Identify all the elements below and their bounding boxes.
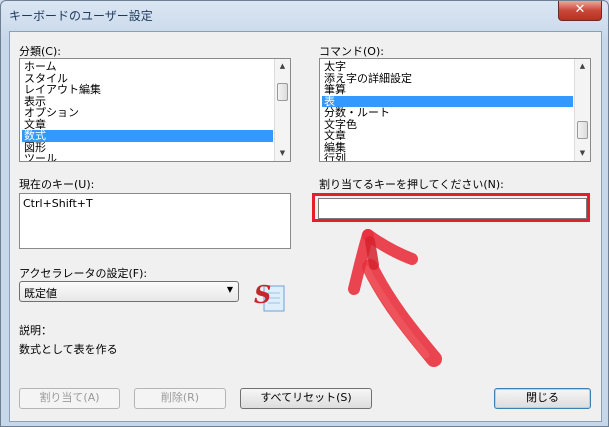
new-key-label: 割り当てるキーを押してください(N):	[319, 178, 504, 191]
assign-button[interactable]: 割り当て(A)	[19, 388, 120, 409]
categories-label: 分類(C):	[19, 45, 61, 58]
accelerator-value: 既定値	[24, 287, 57, 300]
command-list-item[interactable]: 筆算	[322, 84, 573, 96]
command-list-item[interactable]: 文字色	[322, 118, 573, 131]
remove-button[interactable]: 削除(R)	[134, 388, 226, 409]
commands-scrollbar[interactable]: ▲ ▼	[574, 59, 590, 161]
categories-list[interactable]: ホーム スタイル レイアウト編集 表示 オプション 文章 数式 図形 ツール ▲ ▼	[19, 58, 291, 162]
command-list-item[interactable]: 文章	[322, 130, 573, 142]
svg-text:S: S	[254, 280, 271, 309]
command-list-item[interactable]: 添え字の詳細設定	[322, 72, 573, 85]
accelerator-label: アクセラレータの設定(F):	[19, 267, 148, 280]
window-title: キーボードのユーザー設定	[9, 9, 153, 23]
new-key-input[interactable]	[318, 198, 587, 219]
s-logo-document-icon: S	[254, 280, 285, 312]
command-list-item[interactable]: 分数・ルート	[322, 107, 573, 119]
commands-list[interactable]: 太字 添え字の詳細設定 筆算表分数・ルート 文字色 文章 編集 行列 ▲ ▼	[319, 58, 591, 162]
command-list-item[interactable]: 行列	[322, 153, 573, 161]
description-label: 説明：	[19, 324, 52, 337]
current-keys-list[interactable]: Ctrl+Shift+T	[19, 193, 291, 249]
command-list-item[interactable]: 太字	[322, 61, 573, 73]
close-button[interactable]: 閉じる	[494, 388, 591, 409]
window-close-button[interactable]: ✕	[558, 1, 602, 21]
category-list-item[interactable]: オプション	[22, 107, 273, 119]
command-list-item[interactable]: 編集	[322, 141, 573, 154]
categories-scrollbar[interactable]: ▲ ▼	[274, 59, 290, 161]
annotation-arrow	[348, 229, 442, 367]
description-text: 数式として表を作る	[19, 343, 118, 356]
reset-all-button[interactable]: すべてリセット(S)	[240, 388, 372, 409]
scroll-thumb[interactable]	[277, 83, 288, 101]
category-list-item[interactable]: ホーム	[22, 61, 273, 73]
commands-label: コマンド(O):	[319, 45, 384, 58]
current-key-item[interactable]: Ctrl+Shift+T	[23, 197, 93, 210]
scroll-up-icon[interactable]: ▲	[277, 61, 288, 72]
scroll-down-icon[interactable]: ▼	[577, 148, 588, 159]
category-list-item[interactable]: ツール	[22, 153, 273, 161]
scroll-up-icon[interactable]: ▲	[577, 61, 588, 72]
scroll-thumb[interactable]	[577, 121, 588, 139]
dropdown-arrow-icon[interactable]: ▼	[227, 285, 233, 294]
accelerator-select[interactable]: 既定値 ▼	[19, 281, 239, 302]
scroll-down-icon[interactable]: ▼	[277, 148, 288, 159]
category-list-item[interactable]: 図形	[22, 141, 273, 154]
category-list-item[interactable]: 数式	[22, 130, 273, 142]
category-list-item[interactable]: レイアウト編集	[22, 84, 273, 96]
current-keys-label: 現在のキー(U):	[19, 178, 95, 191]
category-list-item[interactable]: 文章	[22, 118, 273, 131]
